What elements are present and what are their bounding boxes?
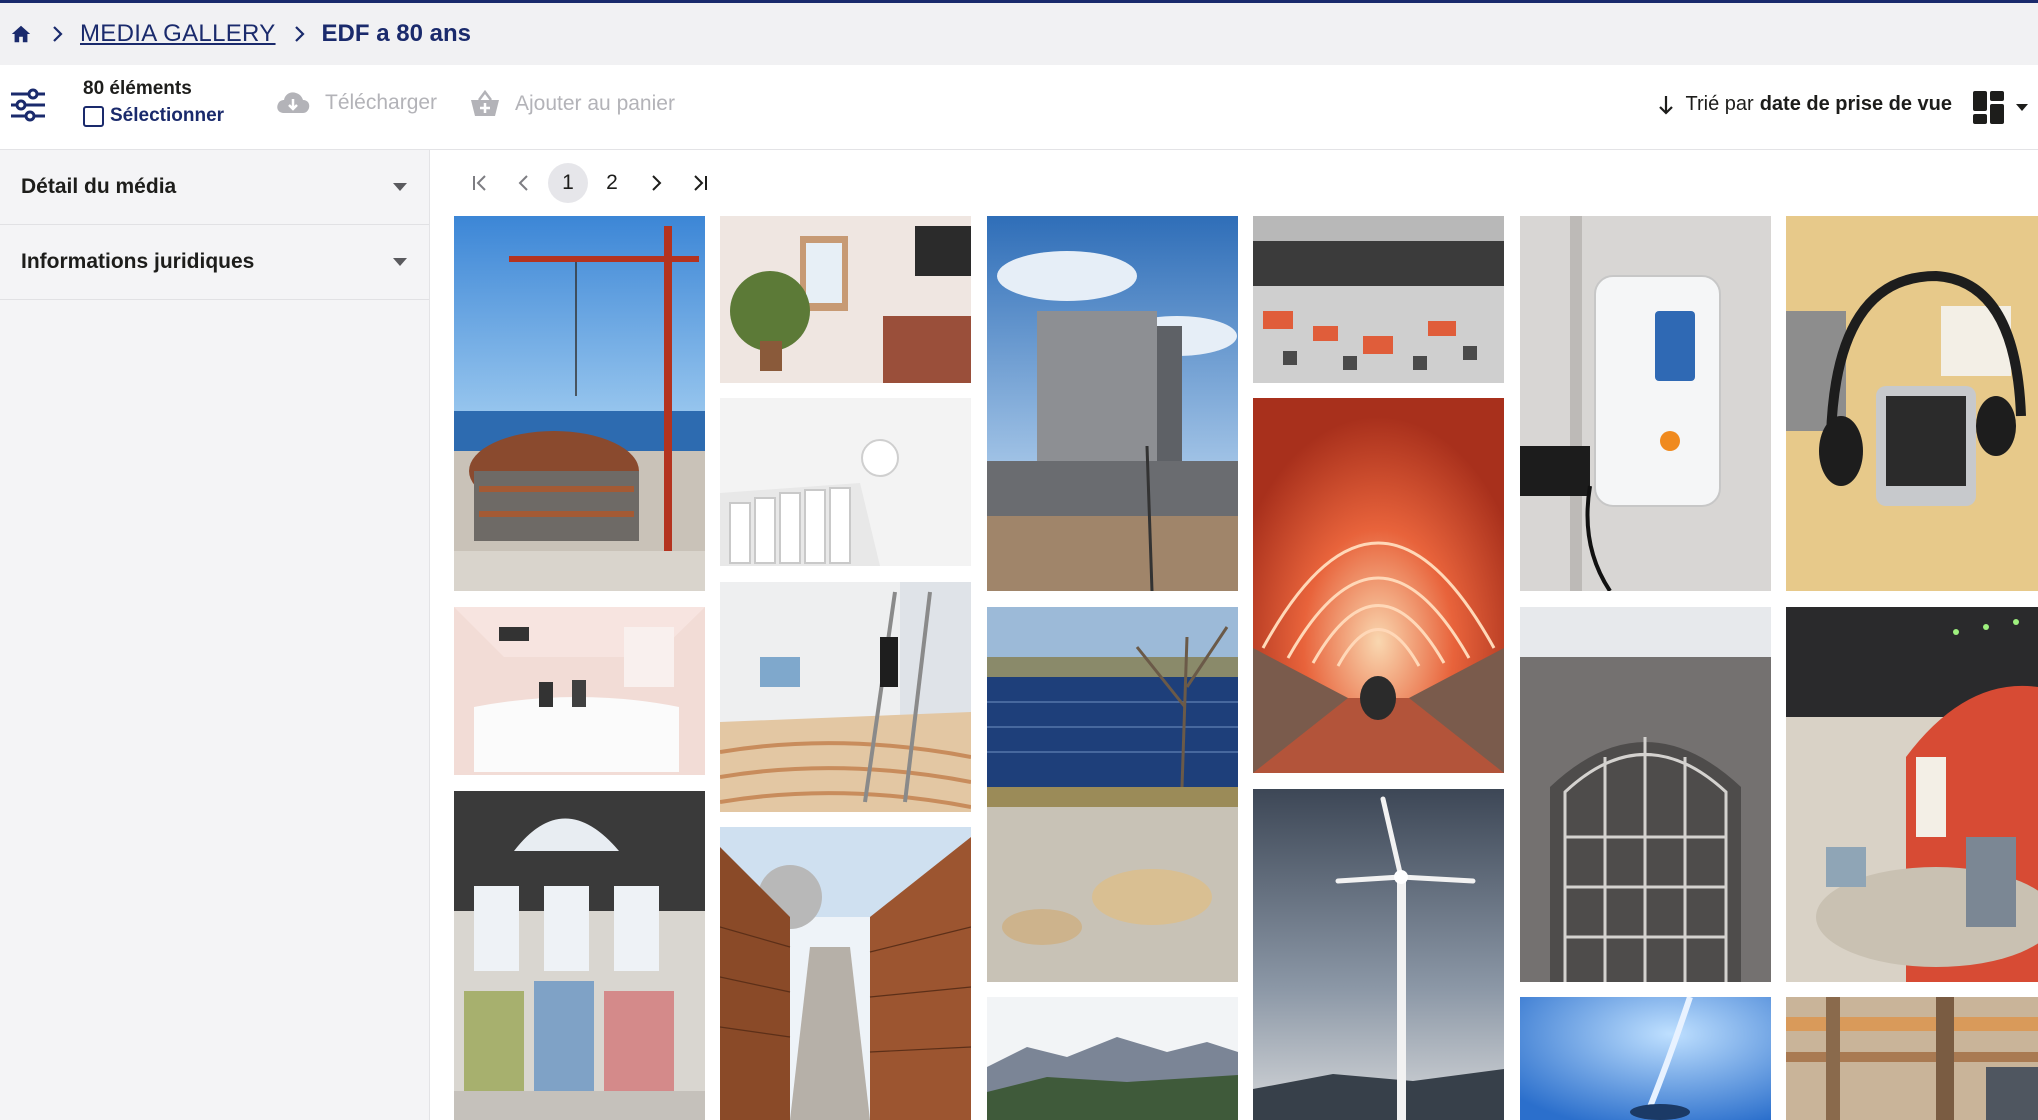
- page-number-2[interactable]: 2: [592, 163, 632, 203]
- first-page-icon[interactable]: [460, 163, 500, 203]
- sliders-icon[interactable]: [8, 85, 48, 125]
- sort-prefix: Trié par: [1685, 93, 1754, 115]
- thumbnail-crane-construction-site[interactable]: [454, 216, 705, 591]
- thumbnail-control-room-panels[interactable]: [1253, 216, 1504, 383]
- arrow-down-icon: [1658, 94, 1674, 116]
- thumbnail-blue-wind-turbine[interactable]: [1520, 997, 1771, 1120]
- thumbnail-industrial-pipes[interactable]: [1786, 997, 2038, 1120]
- thumbnail-room-with-window[interactable]: [720, 216, 971, 383]
- previous-page-icon[interactable]: [504, 163, 544, 203]
- thumbnail-solar-panels-field[interactable]: [987, 607, 1238, 982]
- sidebar-item-media-detail[interactable]: Détail du média: [0, 150, 429, 225]
- selection-block: 80 éléments Sélectionner: [83, 78, 224, 127]
- thumbnail-radiator-with-valve[interactable]: [720, 398, 971, 566]
- select-label[interactable]: Sélectionner: [110, 105, 224, 127]
- chevron-down-icon: [393, 183, 407, 191]
- thumbnail-telephone-headset[interactable]: [1786, 216, 2038, 591]
- thumbnail-orange-arched-tunnel[interactable]: [1253, 398, 1504, 773]
- thumbnail-edf-charging-station[interactable]: [1520, 216, 1771, 591]
- thumbnail-rebar-construction-walls[interactable]: [720, 827, 971, 1120]
- select-all-toggle[interactable]: Sélectionner: [83, 105, 224, 127]
- download-label: Télécharger: [325, 91, 438, 114]
- pagination: 1 2: [460, 160, 724, 206]
- add-to-cart-label: Ajouter au panier: [515, 92, 675, 115]
- chevron-right-icon: [290, 21, 310, 47]
- item-count: 80 éléments: [83, 78, 192, 99]
- toolbar: 80 éléments Sélectionner Télécharger Ajo…: [0, 65, 2038, 150]
- thumbnail-worker-on-ladder[interactable]: [720, 582, 971, 812]
- select-checkbox[interactable]: [83, 105, 104, 127]
- page-number-1[interactable]: 1: [548, 163, 588, 203]
- sort-value: date de prise de vue: [1759, 93, 1952, 115]
- last-page-icon[interactable]: [680, 163, 720, 203]
- grid-view-icon[interactable]: [1968, 87, 2038, 127]
- chevron-right-icon: [48, 21, 68, 47]
- chevron-down-icon: [393, 258, 407, 266]
- home-icon[interactable]: [8, 21, 34, 47]
- thumbnail-tall-industrial-building[interactable]: [987, 216, 1238, 591]
- sidebar-item-label: Informations juridiques: [21, 250, 255, 273]
- breadcrumb: MEDIA GALLERY EDF a 80 ans: [0, 3, 2038, 65]
- thumbnail-museum-turbine-hall[interactable]: [1786, 607, 2038, 982]
- thumbnail-reception-desk-room[interactable]: [454, 607, 705, 775]
- sidebar-item-label: Détail du média: [21, 175, 177, 198]
- thumbnail-edf-arched-facade[interactable]: [1520, 607, 1771, 982]
- download-button[interactable]: Télécharger: [275, 89, 437, 117]
- breadcrumb-link-media-gallery[interactable]: MEDIA GALLERY: [80, 20, 276, 48]
- breadcrumb-current: EDF a 80 ans: [321, 20, 471, 47]
- cloud-download-icon: [275, 89, 311, 117]
- thumbnail-turbine-hall-machines[interactable]: [454, 791, 705, 1120]
- sidebar-item-legal-info[interactable]: Informations juridiques: [0, 225, 429, 300]
- next-page-icon[interactable]: [636, 163, 676, 203]
- sort-control[interactable]: Trié par date de prise de vue: [1658, 93, 1952, 116]
- thumbnail-wind-turbine[interactable]: [1253, 789, 1504, 1120]
- thumbnail-mountain-landscape[interactable]: [987, 997, 1238, 1120]
- sidebar: Détail du média Informations juridiques: [0, 150, 430, 1120]
- add-to-cart-button[interactable]: Ajouter au panier: [469, 89, 675, 119]
- basket-icon: [469, 89, 501, 119]
